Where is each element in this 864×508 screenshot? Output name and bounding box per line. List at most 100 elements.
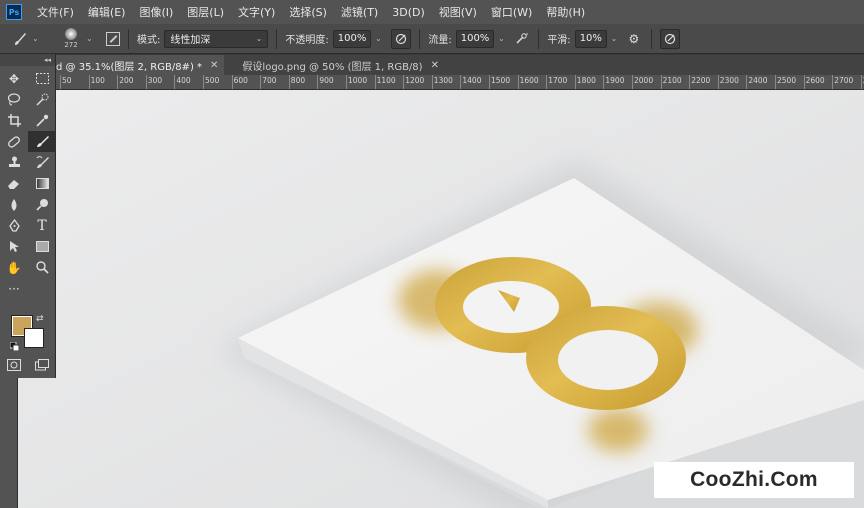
history-brush-icon[interactable] (28, 152, 56, 173)
menu-type[interactable]: 文字(Y) (231, 4, 282, 20)
menu-image[interactable]: 图像(I) (132, 4, 180, 20)
eyedropper-icon[interactable] (28, 110, 56, 131)
smoothing-dropdown-icon[interactable]: ⌄ (609, 30, 619, 48)
divider (650, 28, 652, 49)
brush-tool-preset-icon[interactable] (8, 32, 32, 46)
menu-window[interactable]: 窗口(W) (484, 4, 539, 20)
ruler-tick (717, 75, 719, 89)
menu-edit[interactable]: 编辑(E) (81, 4, 133, 20)
menu-file[interactable]: 文件(F) (30, 4, 81, 20)
ruler-tick (574, 75, 576, 89)
lasso-icon[interactable] (0, 89, 28, 110)
ruler-tick (860, 75, 862, 89)
eraser-icon[interactable] (0, 173, 28, 194)
marquee-icon[interactable] (28, 68, 56, 89)
tools-panel: ◂◂ ✥ T ✋ ··· ⇄ (0, 54, 56, 378)
hand-icon[interactable]: ✋ (0, 257, 28, 278)
ruler-label: 600 (233, 76, 248, 85)
default-colors-icon[interactable] (10, 342, 19, 351)
brush-settings-panel-icon[interactable] (106, 31, 120, 46)
horizontal-ruler[interactable]: 50 100 200 300 400 500 600 700 800 900 1000 1100 120… (56, 75, 864, 90)
brush-tip-icon (65, 28, 77, 40)
menu-help[interactable]: 帮助(H) (539, 4, 592, 20)
healing-icon[interactable] (0, 131, 28, 152)
menu-select[interactable]: 选择(S) (282, 4, 334, 20)
ruler-tick (431, 75, 433, 89)
ruler-label: 800 (290, 76, 306, 85)
pressure-size-icon[interactable] (659, 28, 680, 49)
menu-3d[interactable]: 3D(D) (385, 6, 432, 19)
zoom-icon[interactable] (28, 257, 56, 278)
ruler-tick (231, 75, 233, 89)
collapse-icon[interactable]: ◂◂ (0, 54, 55, 66)
ruler-label: 200 (119, 76, 134, 85)
brush-picker[interactable]: 272 (56, 28, 86, 49)
tool-grid: ✥ T ✋ ··· (0, 66, 56, 299)
brush-size: 272 (64, 41, 78, 49)
close-icon[interactable]: ✕ (210, 60, 218, 71)
move-icon[interactable]: ✥ (0, 68, 28, 89)
chevron-down-icon[interactable]: ⌄ (86, 34, 98, 43)
document-tabs: d @ 35.1%(图层 2, RGB/8#) * ✕ 假设logo.png @… (56, 55, 864, 75)
pen-icon[interactable] (0, 215, 28, 236)
pressure-opacity-icon[interactable] (391, 28, 412, 49)
ruler-label: 1700 (548, 76, 568, 85)
dodge-icon[interactable] (28, 194, 56, 215)
ruler-label: 2500 (777, 76, 797, 85)
ruler-tick (374, 75, 376, 89)
stamp-icon[interactable] (0, 152, 28, 173)
menu-filter[interactable]: 滤镜(T) (334, 4, 385, 20)
divider (128, 28, 129, 49)
tab-document-1[interactable]: d @ 35.1%(图层 2, RGB/8#) * ✕ (56, 55, 225, 75)
smoothing-input[interactable]: 10% (574, 29, 607, 48)
airbrush-icon[interactable] (512, 29, 530, 49)
opacity-input[interactable]: 100% (332, 29, 372, 48)
vertical-ruler[interactable] (0, 378, 18, 508)
rectangle-icon[interactable] (28, 236, 56, 257)
more-tools-icon[interactable]: ··· (0, 278, 28, 299)
ruler-label: 300 (147, 76, 163, 85)
ruler-label: 1800 (576, 76, 596, 85)
screen-mode-icon[interactable] (35, 358, 49, 374)
tab-document-2[interactable]: 假设logo.png @ 50% (图层 1, RGB/8) ✕ (224, 55, 445, 75)
opacity-dropdown-icon[interactable]: ⌄ (373, 30, 383, 48)
blur-icon[interactable] (0, 194, 28, 215)
ruler-tick (203, 75, 204, 89)
chevron-down-icon: ⌄ (255, 34, 263, 43)
document-canvas[interactable] (18, 90, 864, 508)
flow-dropdown-icon[interactable]: ⌄ (496, 30, 506, 48)
type-icon[interactable]: T (28, 215, 56, 236)
path-select-icon[interactable] (0, 236, 28, 257)
quick-select-icon[interactable] (28, 89, 56, 110)
gear-icon[interactable]: ⚙ (625, 29, 643, 49)
close-icon[interactable]: ✕ (431, 60, 439, 71)
opacity-label: 不透明度: (285, 35, 329, 46)
menu-layer[interactable]: 图层(L) (180, 4, 231, 20)
mode-select[interactable]: 线性加深 ⌄ (164, 29, 269, 48)
mode-value: 线性加深 (170, 35, 211, 46)
crop-icon[interactable] (0, 110, 28, 131)
tab-title: d @ 35.1%(图层 2, RGB/8#) * (56, 61, 203, 73)
ruler-tick (689, 75, 691, 89)
ruler-tick (660, 75, 662, 89)
gradient-icon[interactable] (28, 173, 56, 194)
flow-input[interactable]: 100% (455, 29, 495, 48)
ruler-label: 500 (205, 76, 220, 85)
brush-icon[interactable] (28, 131, 56, 152)
divider (419, 28, 421, 49)
ruler-label: 2200 (691, 76, 711, 85)
menu-view[interactable]: 视图(V) (432, 4, 484, 20)
background-color-swatch[interactable] (24, 328, 44, 348)
ruler-label: 2100 (662, 76, 682, 85)
ruler-tick (288, 75, 290, 89)
ruler-tick (746, 75, 748, 89)
color-swatches: ⇄ (10, 314, 50, 354)
ruler-tick (460, 75, 462, 89)
ruler-tick (603, 75, 605, 89)
swap-colors-icon[interactable]: ⇄ (36, 314, 44, 324)
mode-label: 模式: (137, 35, 161, 46)
menu-bar: Ps 文件(F) 编辑(E) 图像(I) 图层(L) 文字(Y) 选择(S) 滤… (0, 0, 864, 24)
quick-mask-icon[interactable] (7, 358, 21, 374)
ruler-tick (832, 75, 834, 89)
chevron-down-icon[interactable]: ⌄ (32, 34, 44, 43)
